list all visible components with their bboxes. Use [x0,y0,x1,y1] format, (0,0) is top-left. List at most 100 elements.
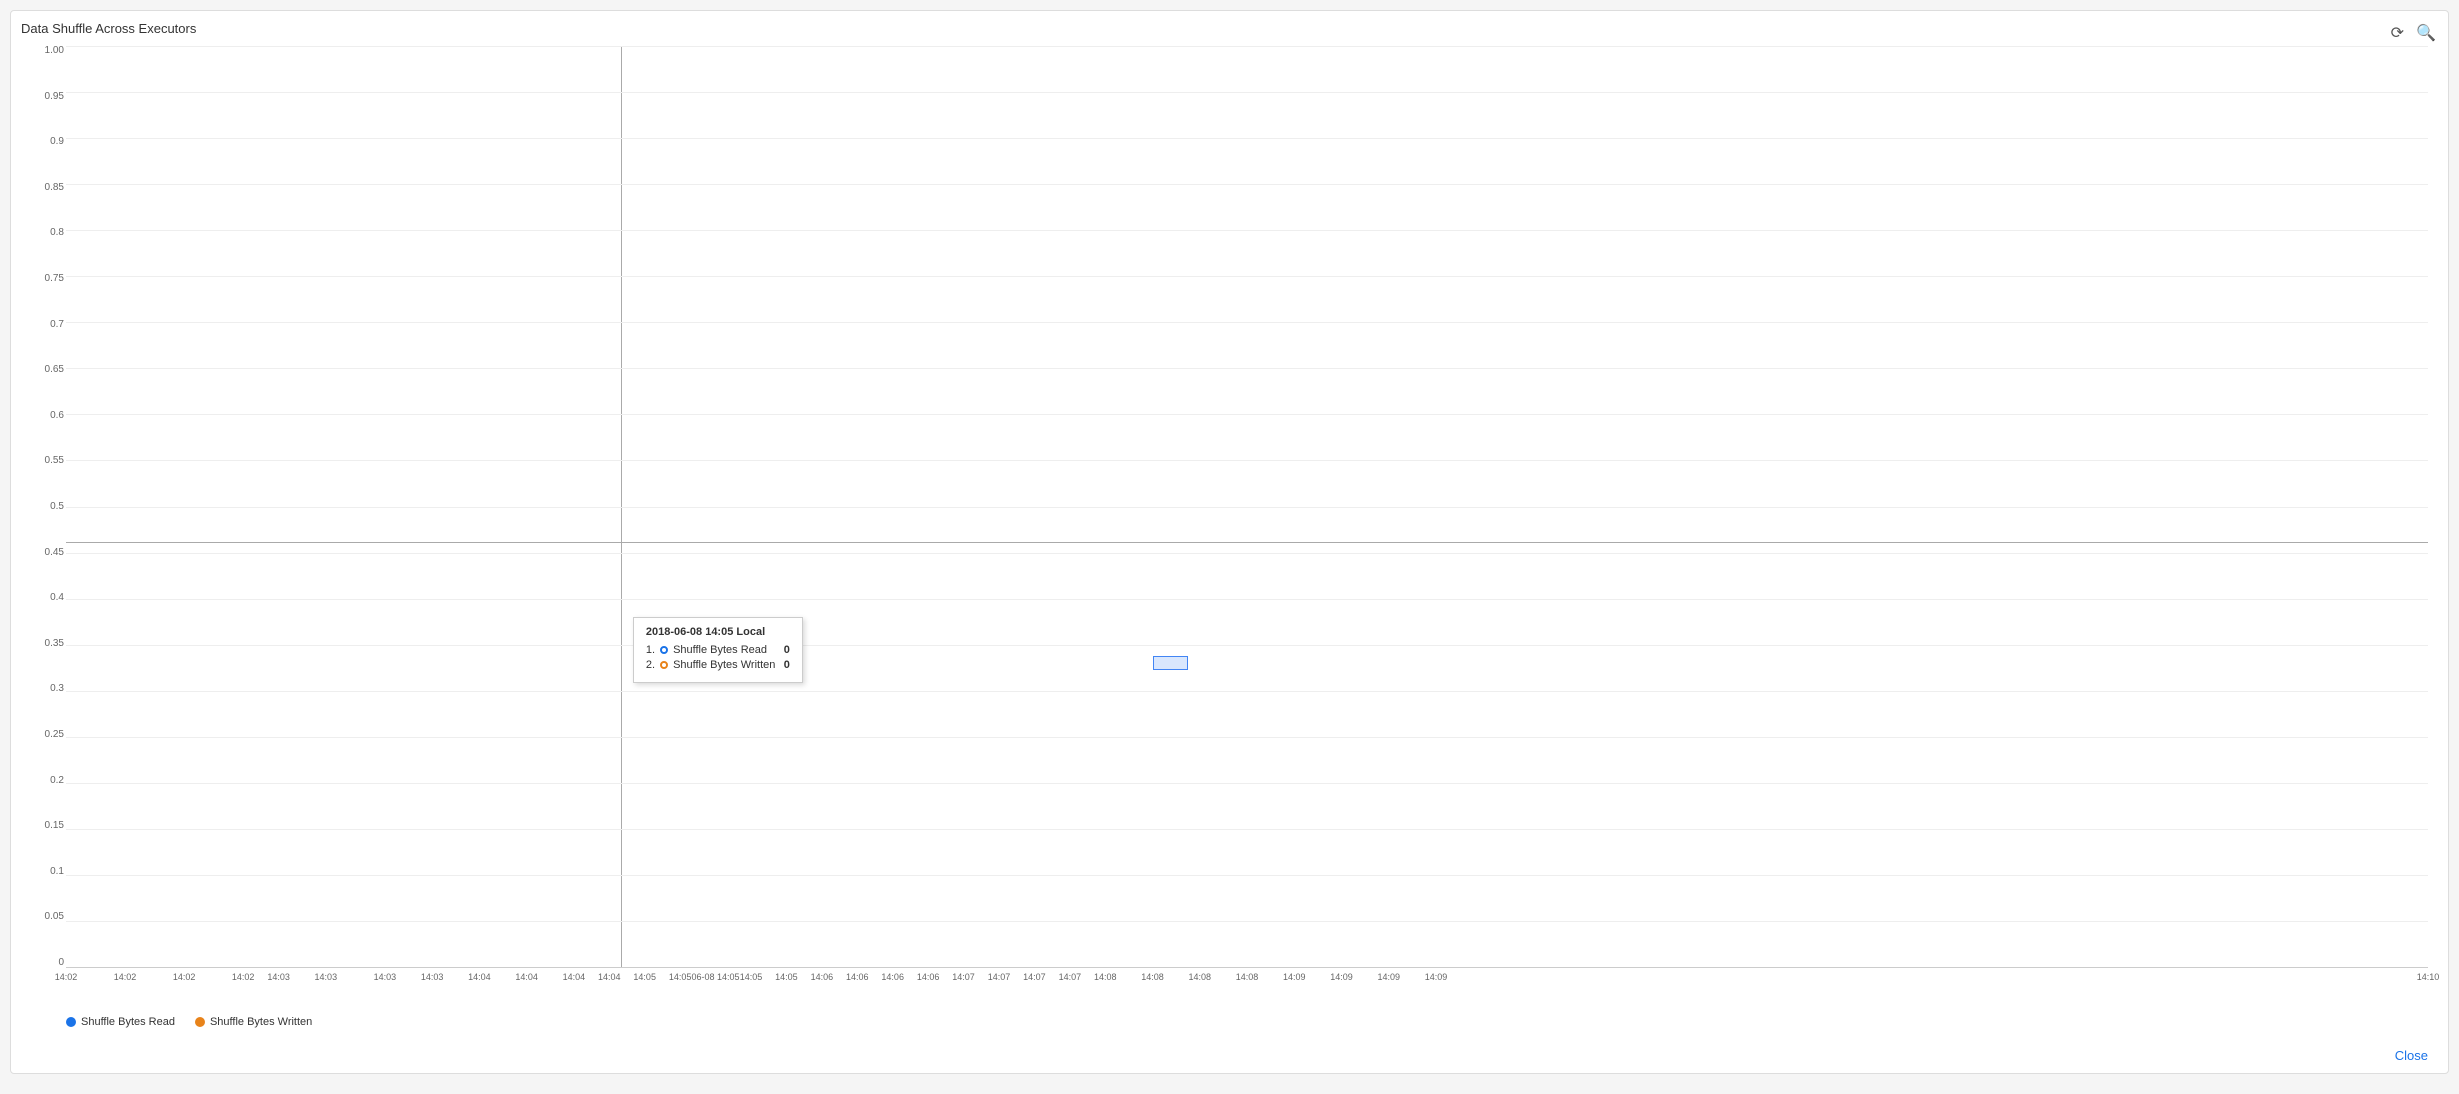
x-tick-6: 14:03 [374,972,397,982]
chart-tooltip: 2018-06-08 14:05 Local 1. Shuffle Bytes … [633,617,803,683]
grid-line-11 [66,553,2428,554]
plot-area: 0.461 [66,46,2428,968]
refresh-button[interactable]: ⟳ [2389,21,2406,45]
x-tick-31: 14:09 [1377,972,1400,982]
grid-line-12 [66,599,2428,600]
y-tick-0.95: 0.95 [45,92,64,102]
crosshair-horizontal [66,542,2428,543]
grid-line-19 [66,921,2428,922]
tooltip-value-read: 0 [784,644,790,656]
legend-dot-written [195,1017,205,1027]
x-tick-15: 14:05 [740,972,763,982]
tooltip-value-written: 0 [784,659,790,671]
x-tick-33: 14:10 [2417,972,2440,982]
legend-label-read: Shuffle Bytes Read [81,1016,175,1028]
x-tick-2: 14:02 [173,972,196,982]
x-tick-26: 14:08 [1141,972,1164,982]
x-tick-23: 14:07 [1023,972,1046,982]
tooltip-label-read: Shuffle Bytes Read [673,644,779,656]
x-axis: 14:0214:0214:0214:0214:0314:0314:0314:03… [66,968,2428,998]
legend-label-written: Shuffle Bytes Written [210,1016,312,1028]
x-tick-30: 14:09 [1330,972,1353,982]
chart-title: Data Shuffle Across Executors [21,21,196,36]
x-tick-16: 14:05 [775,972,798,982]
grid-line-1 [66,92,2428,93]
y-tick-0.65: 0.65 [45,365,64,375]
x-tick-1: 14:02 [114,972,137,982]
x-tick-17: 14:06 [811,972,834,982]
grid-line-7 [66,368,2428,369]
x-tick-0: 14:02 [55,972,78,982]
chart-legend: Shuffle Bytes Read Shuffle Bytes Written [66,1016,312,1028]
x-tick-8: 14:04 [468,972,491,982]
tooltip-row-2: 2. Shuffle Bytes Written 0 [646,659,790,671]
legend-dot-read [66,1017,76,1027]
y-tick-0.15: 0.15 [45,821,64,831]
x-tick-22: 14:07 [988,972,1011,982]
chart-toolbar: ⟳ 🔍 [2389,21,2438,45]
x-tick-9: 14:04 [515,972,538,982]
grid-line-0 [66,46,2428,47]
grid-line-18 [66,875,2428,876]
y-tick-0.1: 0.1 [50,867,64,877]
grid-line-16 [66,783,2428,784]
tooltip-row-1: 1. Shuffle Bytes Read 0 [646,644,790,656]
x-tick-12: 14:05 [633,972,656,982]
y-axis: 1.00 0.95 0.9 0.85 0.8 0.75 0.7 0.65 0.6 0.55 0.5 0… [26,46,64,968]
y-tick-0.8: 0.8 [50,228,64,238]
grid-line-10 [66,507,2428,508]
x-tick-32: 14:09 [1425,972,1448,982]
y-tick-0.55: 0.55 [45,456,64,466]
x-tick-21: 14:07 [952,972,975,982]
legend-item-written: Shuffle Bytes Written [195,1016,312,1028]
close-button[interactable]: Close [2395,1048,2428,1063]
y-tick-0.25: 0.25 [45,730,64,740]
tooltip-number-2: 2. [646,659,655,671]
x-tick-24: 14:07 [1059,972,1082,982]
grid-line-15 [66,737,2428,738]
y-tick-0.45: 0.45 [45,548,64,558]
grid-line-8 [66,414,2428,415]
x-tick-27: 14:08 [1188,972,1211,982]
y-tick-0: 0 [58,958,64,968]
tooltip-title: 2018-06-08 14:05 Local [646,626,790,638]
grid-line-13 [66,645,2428,646]
y-tick-1.00: 1.00 [45,46,64,56]
grid-line-5 [66,276,2428,277]
grid-line-9 [66,460,2428,461]
x-tick-18: 14:06 [846,972,869,982]
grid-line-14 [66,691,2428,692]
x-tick-29: 14:09 [1283,972,1306,982]
y-tick-0.4: 0.4 [50,593,64,603]
grid-line-6 [66,322,2428,323]
x-tick-11: 14:04 [598,972,621,982]
grid-line-4 [66,230,2428,231]
zoom-selection [1153,656,1188,670]
y-tick-0.3: 0.3 [50,684,64,694]
x-tick-7: 14:03 [421,972,444,982]
grid-line-3 [66,184,2428,185]
tooltip-circle-written [660,661,668,669]
y-tick-0.5: 0.5 [50,502,64,512]
y-tick-0.75: 0.75 [45,274,64,284]
zoom-button[interactable]: 🔍 [2414,21,2438,45]
grid-line-2 [66,138,2428,139]
x-tick-13: 14:05 [669,972,692,982]
y-tick-0.6: 0.6 [50,411,64,421]
x-tick-4: 14:03 [267,972,290,982]
tooltip-number-1: 1. [646,644,655,656]
x-tick-14: 06-08 14:05 [692,972,740,982]
x-tick-28: 14:08 [1236,972,1259,982]
y-tick-0.05: 0.05 [45,912,64,922]
tooltip-label-written: Shuffle Bytes Written [673,659,779,671]
y-tick-0.7: 0.7 [50,320,64,330]
legend-item-read: Shuffle Bytes Read [66,1016,175,1028]
tooltip-circle-read [660,646,668,654]
y-tick-0.85: 0.85 [45,183,64,193]
x-tick-3: 14:02 [232,972,255,982]
x-tick-25: 14:08 [1094,972,1117,982]
x-tick-5: 14:03 [315,972,338,982]
x-tick-20: 14:06 [917,972,940,982]
y-tick-0.9: 0.9 [50,137,64,147]
chart-container: Data Shuffle Across Executors ⟳ 🔍 Count … [10,10,2449,1074]
